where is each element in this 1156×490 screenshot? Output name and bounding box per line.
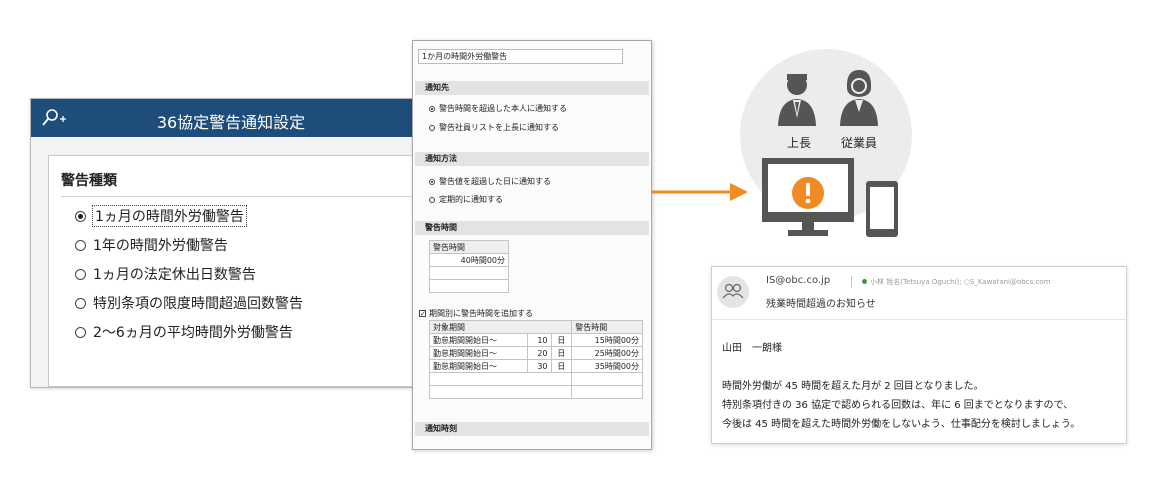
smartphone-icon — [866, 181, 898, 237]
table-row[interactable]: 勤怠期間開始日～ 20 日 25時間00分 — [429, 346, 643, 360]
email-to: 小林 姓名(Tetsuya Oguchi); ○S_Kawatani@obcs.… — [870, 278, 1051, 286]
dialog-title: 36協定警告通知設定 — [156, 113, 306, 132]
table-row[interactable] — [428, 385, 643, 399]
presence-dot-icon — [862, 279, 867, 284]
email-greeting: 山田 一朗様 — [722, 343, 782, 354]
notify-to-option[interactable]: 警告時間を超過した本人に通知する — [429, 103, 567, 114]
alert-icon — [792, 177, 824, 209]
email-subject: 残業時間超過のお知らせ — [766, 299, 876, 310]
warning-type-option[interactable]: 特別条項の限度時間超過回数警告 — [75, 293, 303, 313]
boss-label: 上長 — [787, 136, 812, 150]
contact-icon — [722, 283, 744, 299]
warning-time-section: 警告時間 — [415, 221, 649, 235]
period-checkbox[interactable]: ✓ 期間別に警告時間を追加する — [419, 308, 533, 319]
email-body-line: 特別条項付きの 36 協定で認められる回数は、年に 6 回までとなりますので、 — [722, 400, 1074, 411]
email-body: 山田 一朗様 時間外労働が 45 時間を超えた月が 2 回目となりました。 特別… — [722, 339, 1080, 434]
warning-type-option[interactable]: 1年の時間外労働警告 — [75, 235, 228, 255]
radio-unselected[interactable] — [429, 196, 435, 203]
boss-icon — [778, 74, 816, 126]
dialog-title-bar: 36協定警告通知設定 — [31, 99, 431, 137]
warning-settings-dialog: 36協定警告通知設定 警告種類 1ヵ月の時間外労働警告 1年の時間外労働警告 1… — [30, 98, 432, 388]
notify-method-option[interactable]: 警告値を超過した日に通知する — [429, 176, 551, 187]
notify-to-section: 通知先 — [415, 81, 649, 95]
notify-time-section: 通知時刻 — [415, 422, 649, 436]
period-table: 対象期間 警告時間 勤怠期間開始日～ 10 日 15時間00分 勤怠期間開始日～… — [428, 320, 643, 399]
avatar — [717, 276, 749, 308]
radio-unselected[interactable] — [75, 268, 86, 280]
warning-type-option[interactable]: 1ヵ月の時間外労働警告 — [75, 205, 247, 227]
radio-unselected[interactable] — [429, 124, 435, 131]
email-header: IS@obc.co.jp 小林 姓名(Tetsuya Oguchi); ○S_K… — [712, 267, 1126, 320]
notify-method-option[interactable]: 定期的に通知する — [429, 194, 503, 205]
radio-selected[interactable] — [75, 210, 86, 222]
employee-label: 従業員 — [841, 136, 878, 150]
email-body-line: 時間外労働が 45 時間を超えた月が 2 回目となりました。 — [722, 381, 984, 392]
warning-type-option[interactable]: 2～6ヵ月の平均時間外労働警告 — [75, 322, 293, 342]
arrow-right-icon — [652, 183, 748, 201]
notification-settings-panel: 1か月の時間外労働警告 通知先 警告時間を超過した本人に通知する 警告社員リスト… — [412, 40, 652, 450]
radio-selected[interactable] — [429, 105, 435, 112]
table-row[interactable]: 勤怠期間開始日～ 10 日 15時間00分 — [429, 333, 643, 347]
radio-unselected[interactable] — [75, 297, 86, 309]
warning-time-value[interactable]: 40時間00分 — [429, 253, 509, 267]
warning-name-field[interactable]: 1か月の時間外労働警告 — [418, 49, 623, 64]
notify-method-section: 通知方法 — [415, 152, 649, 166]
warning-type-option[interactable]: 1ヵ月の法定休出日数警告 — [75, 264, 256, 284]
checkbox-checked[interactable]: ✓ — [419, 310, 426, 318]
warning-type-heading: 警告種類 — [61, 170, 417, 197]
divider — [851, 276, 852, 288]
email-message: IS@obc.co.jp 小林 姓名(Tetsuya Oguchi); ○S_K… — [711, 266, 1127, 444]
radio-selected[interactable] — [429, 178, 435, 185]
employee-icon — [840, 70, 878, 126]
warning-time-table: 警告時間 40時間00分 — [429, 240, 509, 293]
warning-type-panel: 警告種類 1ヵ月の時間外労働警告 1年の時間外労働警告 1ヵ月の法定休出日数警告… — [48, 155, 430, 387]
email-from: IS@obc.co.jp — [766, 275, 831, 286]
notify-to-option[interactable]: 警告社員リストを上長に通知する — [429, 122, 559, 133]
radio-unselected[interactable] — [75, 239, 86, 251]
radio-unselected[interactable] — [75, 326, 86, 338]
email-body-line: 今後は 45 時間を超えた時間外労働をしないよう、仕事配分を検討しましょう。 — [722, 419, 1081, 430]
table-row[interactable] — [428, 372, 643, 386]
table-row[interactable]: 勤怠期間開始日～ 30 日 35時間00分 — [429, 359, 643, 373]
